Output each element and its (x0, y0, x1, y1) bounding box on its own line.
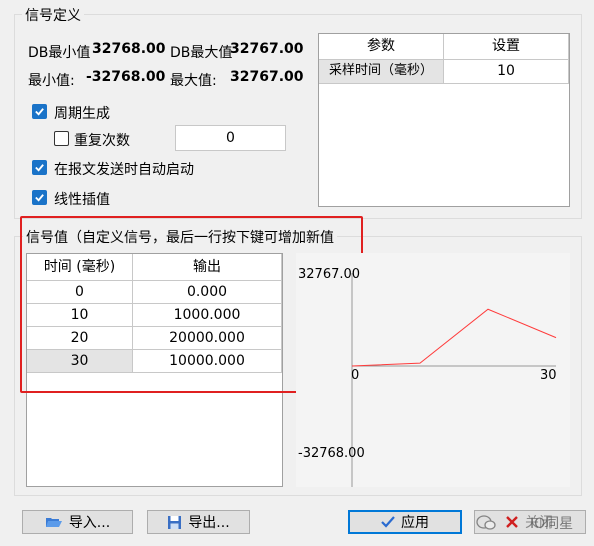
export-button[interactable]: 导出... (147, 510, 250, 534)
repeat-label[interactable]: 重复次数 (74, 130, 130, 150)
repeat-count-input[interactable]: 0 (175, 125, 286, 151)
check-icon (35, 194, 44, 202)
autostart-label[interactable]: 在报文发送时自动启动 (54, 159, 194, 179)
signal-chart: 32767.00 -32768.00 0 30 (296, 253, 570, 487)
interpolation-checkbox[interactable] (32, 190, 47, 205)
import-button[interactable]: 导入... (22, 510, 133, 534)
import-label: 导入... (68, 515, 111, 531)
parameter-table: 参数 设置 采样时间（毫秒） 10 (318, 33, 570, 207)
min-label: 最小值: (28, 73, 75, 89)
export-label: 导出... (188, 515, 230, 531)
x-end-label: 30 (540, 368, 557, 383)
x-start-label: 0 (351, 368, 360, 383)
y-min-label: -32768.00 (298, 446, 365, 461)
apply-button[interactable]: 应用 (348, 510, 462, 534)
check-icon (35, 164, 44, 172)
checkmark-icon (381, 516, 395, 528)
db-max-label: DB最大值 (170, 45, 233, 61)
autostart-checkbox[interactable] (32, 160, 47, 175)
check-icon (35, 108, 44, 116)
periodic-checkbox[interactable] (32, 104, 47, 119)
param-header-param: 参数 (319, 34, 444, 60)
db-min-value: 32768.00 (92, 41, 166, 57)
apply-label: 应用 (401, 515, 429, 531)
interpolation-label[interactable]: 线性插值 (54, 189, 110, 209)
signal-definition-title: 信号定义 (22, 5, 84, 25)
param-header-setting: 设置 (444, 34, 569, 60)
save-icon (168, 515, 182, 529)
param-cell-name[interactable]: 采样时间（毫秒） (319, 60, 444, 84)
wechat-icon (476, 515, 496, 530)
repeat-checkbox[interactable] (54, 131, 69, 146)
periodic-label[interactable]: 周期生成 (54, 103, 110, 123)
watermark-text: IO同星 (530, 516, 574, 532)
max-value: 32767.00 (230, 69, 304, 85)
min-value: -32768.00 (86, 69, 166, 85)
max-label: 最大值: (170, 73, 217, 89)
db-min-label: DB最小值 (28, 45, 91, 61)
y-max-label: 32767.00 (298, 267, 361, 282)
folder-open-icon (45, 518, 62, 527)
watermark: IO同星 (476, 513, 573, 533)
param-cell-value[interactable]: 10 (444, 60, 569, 84)
series-line (351, 308, 557, 367)
db-max-value: 32767.00 (230, 41, 304, 57)
